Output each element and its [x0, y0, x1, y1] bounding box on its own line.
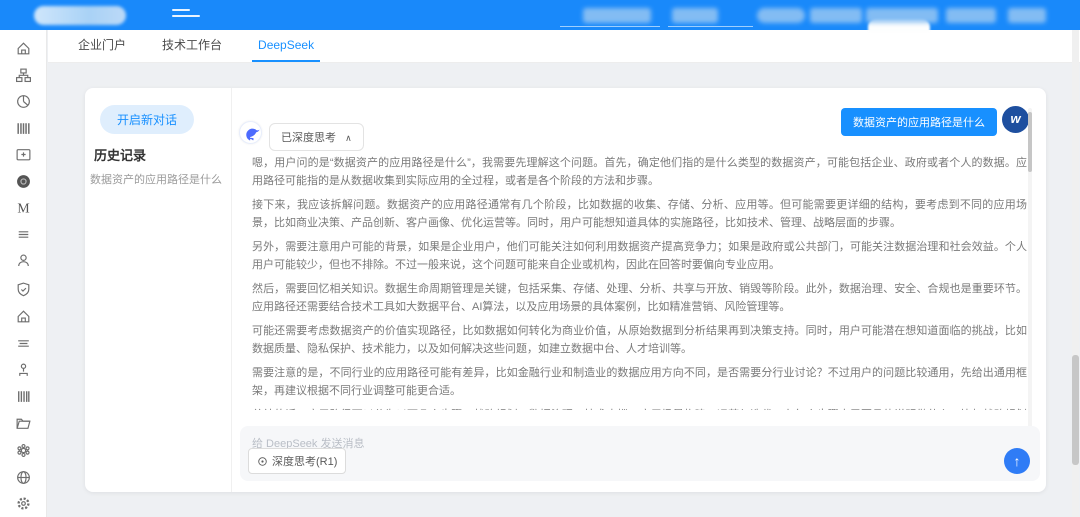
history-title: 历史记录 [94, 145, 146, 164]
top-header [0, 0, 1080, 30]
flower-icon[interactable] [15, 442, 32, 459]
thought-toggle-label: 已深度思考 [281, 132, 336, 144]
home-icon[interactable] [15, 40, 32, 57]
deep-think-toggle[interactable]: 深度思考(R1) [248, 448, 346, 474]
history-item[interactable]: 数据资产的应用路径是什么 [90, 171, 228, 187]
send-button[interactable]: ↑ [1004, 448, 1030, 474]
reply-paragraph: 需要注意的是，不同行业的应用路径可能有差异，比如金融行业和制造业的数据应用方向不… [252, 364, 1027, 400]
list-icon[interactable] [15, 226, 32, 243]
message-input-box[interactable]: 给 DeepSeek 发送消息 深度思考(R1) ↑ [240, 426, 1040, 481]
dark-globe-icon[interactable] [15, 173, 32, 190]
reply-paragraph: 可能还需要考虑数据资产的价值实现路径，比如数据如何转化为商业价值，从原始数据到分… [252, 322, 1027, 358]
deep-think-label: 深度思考(R1) [272, 453, 337, 469]
tree-icon[interactable] [15, 362, 32, 379]
deepseek-whale-icon [239, 121, 262, 144]
tab-bar: 企业门户 技术工作台 DeepSeek [48, 30, 1080, 63]
chevron-up-icon: ∧ [345, 133, 352, 143]
reply-paragraph: 接下来，我应该拆解问题。数据资产的应用路径通常有几个阶段，比如数据的收集、存储、… [252, 196, 1027, 232]
user-avatar: w [1002, 106, 1029, 133]
nav-item-blurred[interactable] [1008, 8, 1046, 23]
page-scrollbar-thumb[interactable] [1072, 355, 1079, 465]
shield-icon[interactable] [15, 281, 32, 298]
nav-underline [560, 26, 660, 27]
nav-item-blurred[interactable] [810, 8, 862, 23]
org-chart-icon[interactable] [15, 67, 32, 84]
card-add-icon[interactable] [15, 146, 32, 163]
gear-icon[interactable] [15, 495, 32, 512]
reply-paragraph: 另外，需要注意用户可能的背景，如果是企业用户，他们可能关注如何利用数据资产提高竞… [252, 238, 1027, 274]
letter-m-icon[interactable]: M [15, 199, 32, 216]
user-icon[interactable] [15, 252, 32, 269]
svg-text:M: M [17, 200, 29, 215]
assistant-reply: 嗯，用户问的是“数据资产的应用路径是什么”，我需要先理解这个问题。首先，确定他们… [252, 154, 1027, 410]
deep-think-icon [257, 456, 268, 467]
thought-collapse-button[interactable]: 已深度思考 ∧ [269, 123, 364, 151]
conversation-panel: 开启新对话 历史记录 数据资产的应用路径是什么 [85, 88, 232, 492]
globe-icon[interactable] [15, 469, 32, 486]
reply-paragraph: 嗯，用户问的是“数据资产的应用路径是什么”，我需要先理解这个问题。首先，确定他们… [252, 154, 1027, 190]
tab-tech-workbench[interactable]: 技术工作台 [156, 30, 228, 62]
menu-toggle-icon[interactable] [172, 9, 202, 21]
nav-underline [668, 26, 753, 27]
home-alt-icon[interactable] [15, 308, 32, 325]
icon-sidebar: M [0, 30, 47, 517]
layers-icon[interactable] [15, 335, 32, 352]
folder-icon[interactable] [15, 415, 32, 432]
app-logo [34, 6, 126, 25]
nav-item-blurred[interactable] [672, 8, 718, 23]
nav-item-blurred[interactable] [757, 8, 805, 23]
user-message-bubble: 数据资产的应用路径是什么 [841, 108, 997, 136]
barcode-alt-icon[interactable] [15, 388, 32, 405]
barcode-icon[interactable] [15, 120, 32, 137]
deepseek-panel: 开启新对话 历史记录 数据资产的应用路径是什么 数据资产的应用路径是什么 w 已… [85, 88, 1046, 492]
pie-chart-icon[interactable] [15, 93, 32, 110]
reply-paragraph: 总结的话，应用路径可以分为以下几个步骤：战略规划、数据治理、技术支撑、应用场景构… [252, 406, 1027, 410]
nav-item-blurred[interactable] [946, 8, 996, 23]
reply-paragraph: 然后，需要回忆相关知识。数据生命周期管理是关键，包括采集、存储、处理、分析、共享… [252, 280, 1027, 316]
new-chat-button[interactable]: 开启新对话 [100, 105, 194, 134]
tab-enterprise-portal[interactable]: 企业门户 [72, 30, 132, 62]
nav-item-blurred[interactable] [583, 8, 651, 23]
nav-item-blurred[interactable] [866, 8, 938, 23]
tab-deepseek[interactable]: DeepSeek [252, 30, 320, 62]
chat-scrollbar-thumb[interactable] [1028, 112, 1032, 172]
